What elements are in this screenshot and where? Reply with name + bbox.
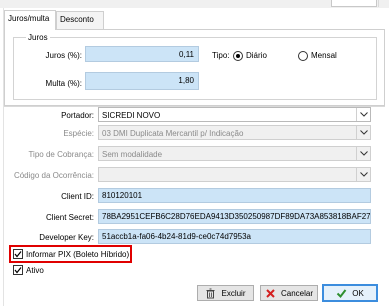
close-icon <box>265 288 276 299</box>
cancelar-button-label: Cancelar <box>280 288 313 298</box>
tab-desconto[interactable]: Desconto <box>56 11 104 29</box>
ok-button[interactable]: OK <box>322 284 378 302</box>
portador-value: SICREDI NOVO <box>102 111 161 120</box>
juros-input[interactable]: 0,11 <box>85 46 199 62</box>
check-icon <box>14 251 22 258</box>
especie-value: 03 DMI Duplicata Mercantil p/ Indicação <box>102 129 244 138</box>
chevron-down-icon[interactable] <box>356 108 370 121</box>
developer-key-label: Developer Key: <box>39 233 94 242</box>
cancelar-button[interactable]: Cancelar <box>260 285 318 301</box>
radio-mensal-label: Mensal <box>311 51 337 60</box>
client-secret-label: Client Secret: <box>45 213 94 222</box>
top-partial-field <box>331 0 377 7</box>
juros-label: Juros (%): <box>45 51 82 60</box>
tipo-cobranca-value: Sem modalidade <box>102 150 163 159</box>
tab-juros-multa-label: Juros/multa <box>8 14 50 23</box>
client-secret-input[interactable]: 78BA2951CEFB6C28D76EDA9413D350250987DF89… <box>98 209 371 224</box>
chevron-down-icon[interactable] <box>356 168 370 181</box>
tipo-label: Tipo: <box>212 51 230 60</box>
codigo-ocorrencia-label: Código da Ocorrência: <box>13 171 94 180</box>
multa-input[interactable]: 1,80 <box>85 72 199 90</box>
tab-juros-multa[interactable]: Juros/multa <box>4 10 56 30</box>
especie-label: Espécie: <box>63 129 94 138</box>
multa-label: Multa (%): <box>45 79 82 88</box>
radio-diario-label: Diário <box>246 51 267 60</box>
chevron-down-icon[interactable] <box>356 147 370 160</box>
excluir-button-label: Excluir <box>221 288 246 298</box>
excluir-button[interactable]: Excluir <box>197 285 254 301</box>
portador-select[interactable]: SICREDI NOVO <box>98 107 371 122</box>
developer-key-input[interactable]: 51accb1a-fa06-4b24-81d9-ce0c74d7953a <box>98 229 371 244</box>
portador-label: Portador: <box>61 111 94 120</box>
chevron-down-icon[interactable] <box>356 126 370 139</box>
checkbox-informar-pix-label: Informar PIX (Boleto Híbrido) <box>26 250 130 259</box>
tipo-cobranca-select[interactable]: Sem modalidade <box>98 146 371 161</box>
codigo-ocorrencia-select[interactable] <box>98 167 371 182</box>
tipo-cobranca-label: Tipo de Cobrança: <box>28 150 94 159</box>
client-id-label: Client ID: <box>61 192 94 201</box>
client-id-input[interactable]: 810120101 <box>98 188 371 203</box>
top-scrollbar-fragment[interactable] <box>378 0 389 7</box>
checkbox-informar-pix[interactable] <box>13 249 23 259</box>
trash-icon <box>205 288 216 299</box>
check-icon <box>14 267 22 274</box>
checkbox-ativo[interactable] <box>13 265 23 275</box>
radio-mensal[interactable] <box>298 51 308 61</box>
check-icon <box>336 288 347 299</box>
ok-button-label: OK <box>352 288 364 298</box>
radio-diario[interactable] <box>233 51 243 61</box>
radio-selected-dot <box>236 54 240 58</box>
especie-select[interactable]: 03 DMI Duplicata Mercantil p/ Indicação <box>98 125 371 140</box>
checkbox-ativo-label: Ativo <box>26 266 44 275</box>
tab-desconto-label: Desconto <box>60 15 94 24</box>
juros-group-title: Juros <box>26 33 50 42</box>
